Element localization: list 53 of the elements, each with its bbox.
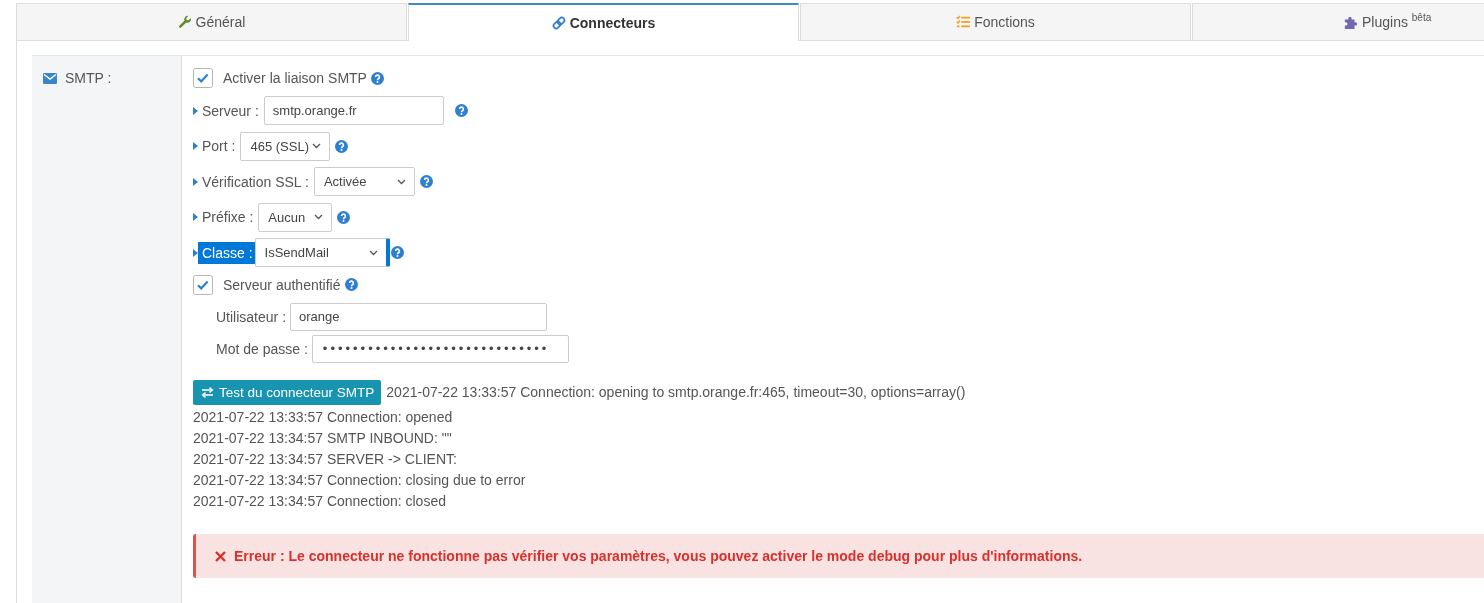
chevron-down-icon: [368, 249, 378, 256]
checkbox[interactable]: [193, 274, 213, 295]
test-button[interactable]: Test du connecteur SMTP: [193, 380, 382, 405]
tab[interactable]: Connecteurs: [408, 3, 799, 41]
close-x-icon: [215, 550, 226, 562]
caret-icon: [193, 177, 198, 186]
envelope-icon: [43, 73, 57, 84]
tab[interactable]: Général: [16, 3, 407, 40]
checkbox-label: Activer la liaison SMTP: [223, 69, 367, 88]
checkbox[interactable]: [193, 68, 213, 88]
tab[interactable]: Plugins $^{bêta}$: [1192, 3, 1484, 40]
log-line: 2021-07-22 13:34:57 SERVER -> CLIENT:: [193, 449, 457, 469]
error-message: Erreur : Le connecteur ne fonctionne pas vérifier vos paramètres, vous pouvez activer le mode debug pour plus d'informations.: [234, 548, 1083, 564]
dropdown-select[interactable]: IsSendMail: [254, 238, 390, 267]
chevron-down-icon: [312, 143, 322, 149]
text-field[interactable]: smtp.orange.fr: [263, 96, 444, 125]
section-label: SMTP :: [65, 69, 112, 88]
field-label: Préfixe :: [201, 208, 255, 227]
field-label: Classe :: [198, 241, 255, 264]
help-icon[interactable]: [454, 104, 468, 117]
log-line: 2021-07-22 13:33:57 Connection: opened: [193, 407, 453, 427]
field-label: Serveur :: [201, 101, 260, 121]
help-icon[interactable]: [370, 71, 384, 85]
field-label: Vérification SSL :: [201, 172, 310, 192]
log-line: 2021-07-22 13:34:57 Connection: closed: [193, 491, 446, 511]
help-icon[interactable]: [337, 210, 351, 224]
field-label: Mot de passe :: [216, 340, 308, 357]
help-icon[interactable]: [335, 139, 349, 153]
chevron-down-icon: [396, 178, 406, 185]
dropdown-select[interactable]: Activée: [313, 167, 415, 196]
dropdown-select[interactable]: Aucun: [258, 202, 333, 232]
field-label: Utilisateur :: [216, 308, 287, 325]
field-label: Port :: [201, 137, 237, 156]
wrench-icon: [177, 15, 192, 29]
link-icon: [551, 16, 566, 30]
caret-icon: [193, 142, 198, 150]
caret-icon: [193, 106, 198, 115]
text-field[interactable]: orange: [290, 302, 548, 331]
help-icon[interactable]: [390, 246, 404, 259]
help-icon[interactable]: [344, 278, 358, 291]
log-line: 2021-07-22 13:34:57 Connection: closing due to error: [193, 470, 526, 490]
log-line: 2021-07-22 13:34:57 SMTP INBOUND: "": [193, 428, 452, 448]
puzzle-icon: [1344, 15, 1358, 29]
chevron-down-icon: [314, 214, 324, 220]
checklist-icon: [956, 15, 971, 29]
dropdown-select[interactable]: 465 (SSL): [240, 131, 331, 161]
checkbox-label: Serveur authentifié: [223, 275, 341, 295]
help-icon[interactable]: [419, 175, 433, 188]
swap-arrows-icon: [201, 387, 214, 398]
password-field[interactable]: ••••••••••••••••••••••••••••••: [311, 334, 569, 363]
caret-icon: [193, 213, 198, 221]
tab[interactable]: Fonctions: [800, 3, 1191, 40]
log-line: 2021-07-22 13:33:57 Connection: opening to smtp.orange.fr:465, timeout=30, options=array(): [386, 383, 966, 402]
